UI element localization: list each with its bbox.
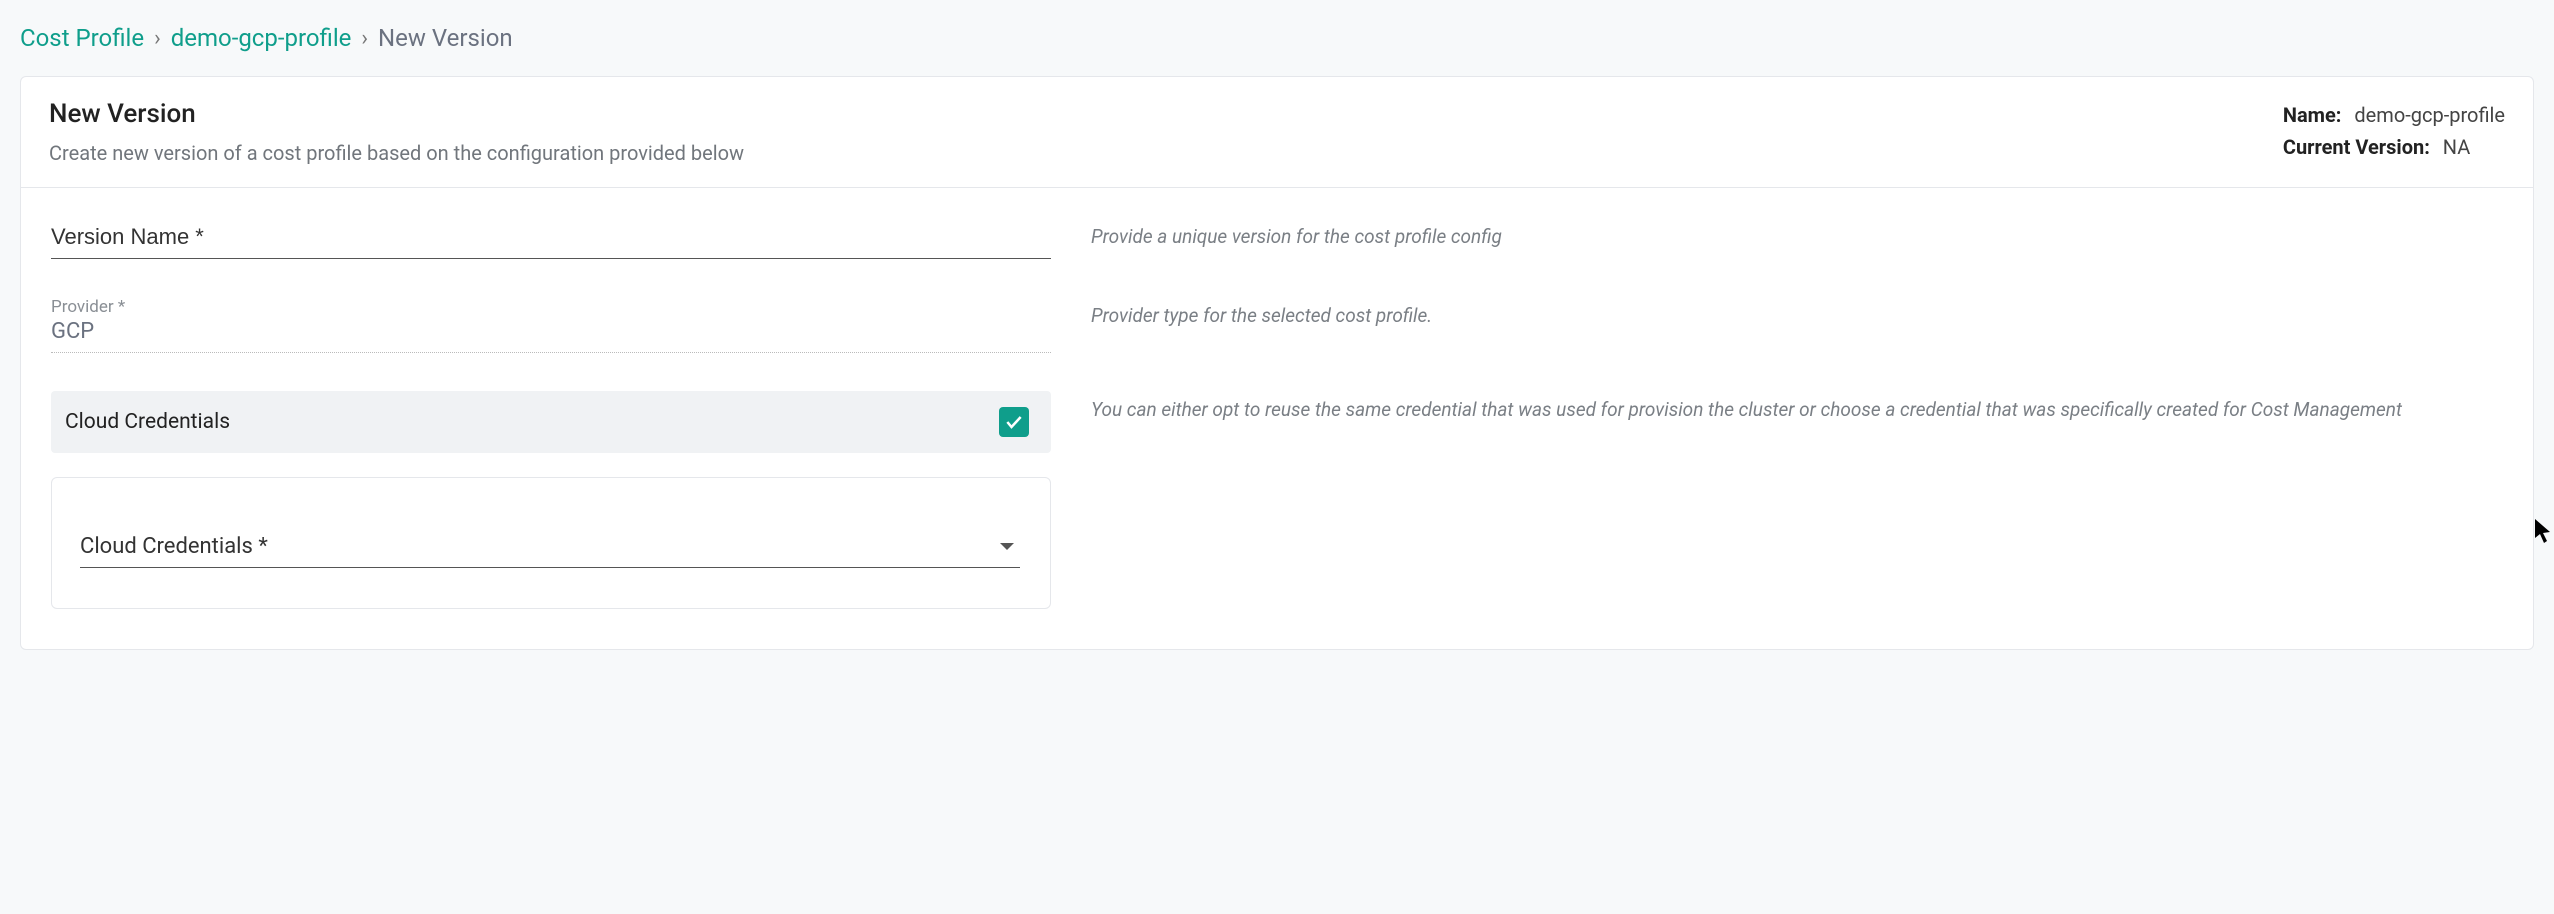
- page-title: New Version: [49, 99, 744, 129]
- breadcrumb-profile-link[interactable]: demo-gcp-profile: [171, 24, 352, 52]
- cloud-credentials-select-placeholder: Cloud Credentials *: [80, 534, 268, 559]
- cloud-credentials-title: Cloud Credentials: [65, 410, 230, 434]
- breadcrumb-root-link[interactable]: Cost Profile: [20, 24, 144, 52]
- current-version-label: Current Version:: [2283, 135, 2430, 159]
- card-header: New Version Create new version of a cost…: [21, 77, 2533, 188]
- name-value: demo-gcp-profile: [2354, 103, 2505, 127]
- check-icon: [1004, 412, 1024, 432]
- name-label: Name:: [2283, 103, 2342, 127]
- caret-down-icon: [1000, 543, 1014, 550]
- provider-field: Provider * GCP: [51, 297, 1051, 353]
- current-version-value: NA: [2443, 135, 2471, 159]
- version-name-input[interactable]: [51, 218, 1051, 259]
- cloud-credentials-panel: Cloud Credentials *: [51, 477, 1051, 609]
- chevron-right-icon: ›: [154, 26, 161, 51]
- chevron-right-icon: ›: [361, 26, 368, 51]
- version-name-field: [51, 218, 1051, 259]
- cloud-credentials-checkbox[interactable]: [999, 407, 1029, 437]
- cloud-credentials-help: You can either opt to reuse the same cre…: [1091, 391, 2503, 425]
- cloud-credentials-section-header: Cloud Credentials: [51, 391, 1051, 453]
- provider-label: Provider *: [51, 297, 1051, 317]
- provider-value: GCP: [51, 319, 1051, 352]
- provider-help: Provider type for the selected cost prof…: [1091, 297, 2503, 331]
- cloud-credentials-select[interactable]: Cloud Credentials *: [80, 528, 1020, 568]
- page-subtitle: Create new version of a cost profile bas…: [49, 141, 744, 165]
- breadcrumb: Cost Profile › demo-gcp-profile › New Ve…: [20, 20, 2534, 76]
- version-name-help: Provide a unique version for the cost pr…: [1091, 218, 2503, 252]
- new-version-card: New Version Create new version of a cost…: [20, 76, 2534, 650]
- card-body: Provide a unique version for the cost pr…: [21, 188, 2533, 649]
- breadcrumb-current: New Version: [378, 24, 513, 52]
